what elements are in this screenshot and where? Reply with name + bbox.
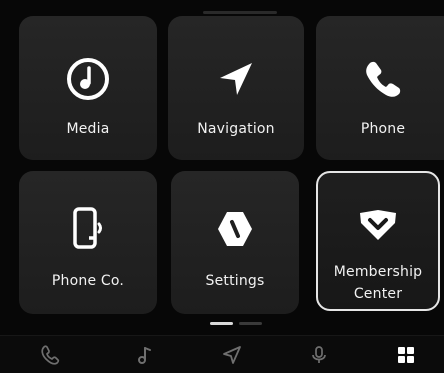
navigation-arrow-icon [223, 346, 241, 364]
settings-icon [171, 204, 299, 254]
phone-connect-tile[interactable]: Phone Co. [19, 171, 157, 314]
membership-center-tile[interactable]: Membership Center [316, 171, 440, 311]
page-dot-active[interactable] [210, 322, 233, 325]
media-tile[interactable]: Media [19, 16, 157, 160]
phone-icon [316, 54, 444, 104]
dock-music-button[interactable] [124, 336, 168, 373]
phone-label: Phone [360, 121, 406, 137]
settings-label: Settings [205, 273, 265, 289]
phone-connect-label: Phone Co. [51, 273, 125, 289]
navigation-tile[interactable]: Navigation [168, 16, 304, 160]
page-indicator [210, 322, 262, 325]
carplay-home-screen: Media Navigation Phone Phone Co. Setting… [0, 0, 444, 373]
music-note-icon [138, 347, 151, 364]
navigation-label: Navigation [197, 121, 275, 137]
dock-phone-button[interactable] [28, 336, 72, 373]
top-handle[interactable] [203, 11, 277, 14]
app-grid-icon [398, 347, 414, 363]
microphone-icon [312, 346, 326, 363]
phone-connect-icon [19, 204, 157, 254]
phone-icon [41, 345, 60, 365]
page-dot[interactable] [239, 322, 262, 325]
navigation-arrow-icon [168, 54, 304, 104]
media-label: Media [66, 121, 110, 137]
dock-navigation-button[interactable] [210, 336, 254, 373]
settings-tile[interactable]: Settings [171, 171, 299, 314]
media-icon [19, 54, 157, 104]
dock-apps-button[interactable] [384, 336, 428, 373]
membership-center-label: Membership Center [333, 264, 423, 302]
bottom-dock [0, 335, 444, 373]
phone-tile[interactable]: Phone [316, 16, 444, 160]
membership-icon [318, 201, 438, 251]
dock-voice-button[interactable] [297, 336, 341, 373]
